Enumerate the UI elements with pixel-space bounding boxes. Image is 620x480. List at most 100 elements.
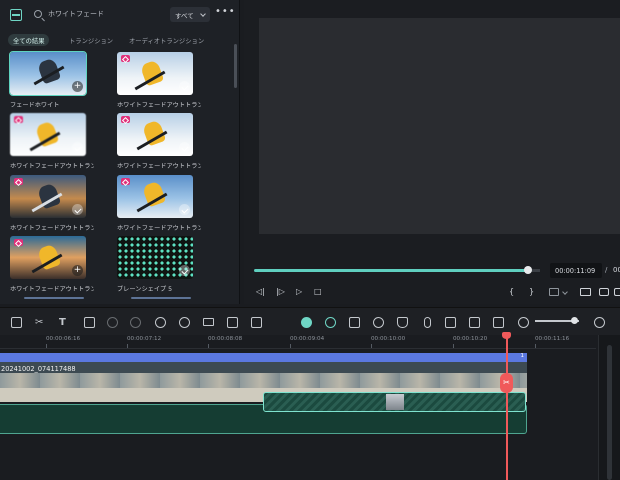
zoom-in-icon[interactable] (594, 317, 605, 328)
timeline-vertical-scrollbar[interactable] (598, 335, 620, 480)
media-card-4[interactable]: ホワイトフェードアウトトラン... (117, 113, 201, 170)
display-icon[interactable] (580, 288, 591, 296)
thumbnail (117, 175, 193, 218)
list-icon[interactable] (445, 317, 456, 328)
fit-icon[interactable] (493, 317, 504, 328)
card-label: ホワイトフェードアウトトラン... (10, 286, 94, 293)
adjust-icon[interactable] (203, 318, 214, 326)
mark-in-button[interactable]: { (509, 287, 514, 297)
panel-icon[interactable] (10, 9, 22, 21)
text-icon[interactable]: T (59, 317, 70, 328)
tab-all-results[interactable]: 全ての結果 (8, 34, 50, 46)
media-card-6[interactable]: ホワイトフェードアウトトラン... (117, 175, 201, 232)
ruler-label: 00:00:10:20 (453, 336, 488, 342)
card-label: ホワイトフェードアウトトラン... (117, 163, 201, 170)
sun-icon[interactable] (325, 317, 336, 328)
thumbnail (10, 113, 86, 156)
download-icon[interactable] (179, 142, 190, 153)
import-icon[interactable] (469, 317, 480, 328)
speed-icon[interactable] (155, 317, 166, 328)
premium-gem-icon (121, 116, 130, 123)
thumbnail (117, 236, 193, 279)
premium-gem-icon (14, 116, 23, 123)
crop-icon[interactable] (84, 317, 95, 328)
playhead[interactable] (506, 335, 508, 480)
card-label: ホワイトフェードアウトトラン... (10, 225, 94, 232)
media-scrollbar[interactable] (234, 44, 237, 88)
premium-gem-icon (14, 239, 23, 246)
media-card-3[interactable]: ホワイトフェードアウトトラン... (10, 113, 94, 170)
download-icon[interactable] (72, 204, 83, 215)
current-timecode[interactable]: 00:00:11:09 (550, 263, 602, 278)
media-panel: ホワイトフェード すべて ••• 全ての結果 トランジション オーディオトランジ… (0, 0, 240, 304)
thumbnail (117, 113, 193, 156)
zoom-slider-knob[interactable] (571, 317, 578, 324)
preview-panel: 00:00:11:09 / 00 ◁| |▷ ▷ □ { } (244, 0, 620, 304)
mask-icon[interactable] (130, 317, 141, 328)
scrollbar-thumb[interactable] (607, 345, 612, 480)
play-button[interactable]: ▷ (296, 287, 302, 297)
mark-out-button[interactable]: } (529, 287, 534, 297)
snapshot-icon[interactable] (599, 288, 609, 296)
thumbnail: + (10, 236, 86, 279)
delete-icon[interactable] (11, 317, 22, 328)
add-icon[interactable]: + (72, 265, 83, 276)
playhead-handle[interactable] (502, 332, 511, 339)
download-icon[interactable] (179, 204, 190, 215)
premium-gem-icon (121, 55, 130, 62)
timer-icon[interactable] (179, 317, 190, 328)
thumbnail: + (9, 51, 87, 96)
search-input[interactable]: ホワイトフェード (48, 9, 104, 19)
play-range-button[interactable]: |▷ (276, 287, 285, 297)
media-card-5[interactable]: ホワイトフェードアウトトラン... (10, 175, 94, 232)
translate-icon[interactable] (251, 317, 262, 328)
premium-gem-icon (14, 178, 23, 185)
filter-dropdown[interactable]: すべて (170, 7, 210, 22)
add-icon[interactable]: + (72, 81, 83, 92)
thumbnail (10, 175, 86, 218)
media-card-1[interactable]: + フェードホワイト (9, 51, 88, 109)
more-options-button[interactable]: ••• (215, 7, 235, 19)
timecode-separator: / (605, 266, 608, 274)
fullscreen-icon[interactable] (614, 288, 620, 296)
stabilize-icon[interactable] (227, 317, 238, 328)
insert-icon[interactable] (549, 288, 559, 296)
media-card-7[interactable]: + ホワイトフェードアウトトラン... (10, 236, 94, 293)
download-icon[interactable] (179, 81, 190, 92)
video-clip-header[interactable]: 1 (0, 353, 527, 362)
chevron-down-icon[interactable] (562, 289, 568, 295)
tab-audio-transitions[interactable]: オーディオトランジション (129, 36, 204, 48)
microphone-icon[interactable] (424, 317, 431, 328)
premium-gem-icon (121, 178, 130, 185)
media-card-2[interactable]: ホワイトフェードアウトトラン... (117, 52, 201, 109)
shield-icon[interactable] (397, 317, 408, 328)
card-label: ホワイトフェードアウトトラン... (117, 102, 201, 109)
download-icon[interactable] (72, 142, 83, 153)
preview-progress-knob[interactable] (524, 266, 532, 274)
track-number: 1 (520, 353, 525, 359)
prev-frame-button[interactable]: ◁| (256, 287, 265, 297)
tab-transitions[interactable]: トランジション (69, 36, 113, 48)
split-scissors-icon[interactable]: ✂ (500, 373, 513, 393)
timeline: 00:00:06:16 00:00:07:12 00:00:08:08 00:0… (0, 332, 620, 480)
color-icon[interactable] (107, 317, 118, 328)
transition-clip[interactable] (263, 392, 526, 412)
stop-button[interactable]: □ (314, 287, 322, 297)
zoom-out-icon[interactable] (518, 317, 529, 328)
cut-icon[interactable]: ✂ (35, 317, 46, 328)
timeline-toolbar: ✂ T (0, 307, 620, 335)
scroll-indicator (131, 297, 191, 299)
ai-toggle-icon[interactable] (301, 317, 312, 328)
camera-icon[interactable] (349, 317, 360, 328)
media-card-8[interactable]: ブレーンシェイプ 5 (117, 236, 195, 293)
preview-progress-bar[interactable] (254, 269, 526, 272)
search-icon (34, 10, 42, 18)
ruler-label: 00:00:09:04 (290, 336, 325, 342)
thumbnail (117, 52, 193, 95)
record-icon[interactable] (373, 317, 384, 328)
chevron-down-icon (200, 11, 206, 17)
video-clip-name: 20241002_074117488 (1, 365, 76, 373)
card-label: ブレーンシェイプ 5 (117, 286, 173, 293)
download-icon[interactable] (179, 265, 190, 276)
ruler-label: 00:00:06:16 (46, 336, 81, 342)
